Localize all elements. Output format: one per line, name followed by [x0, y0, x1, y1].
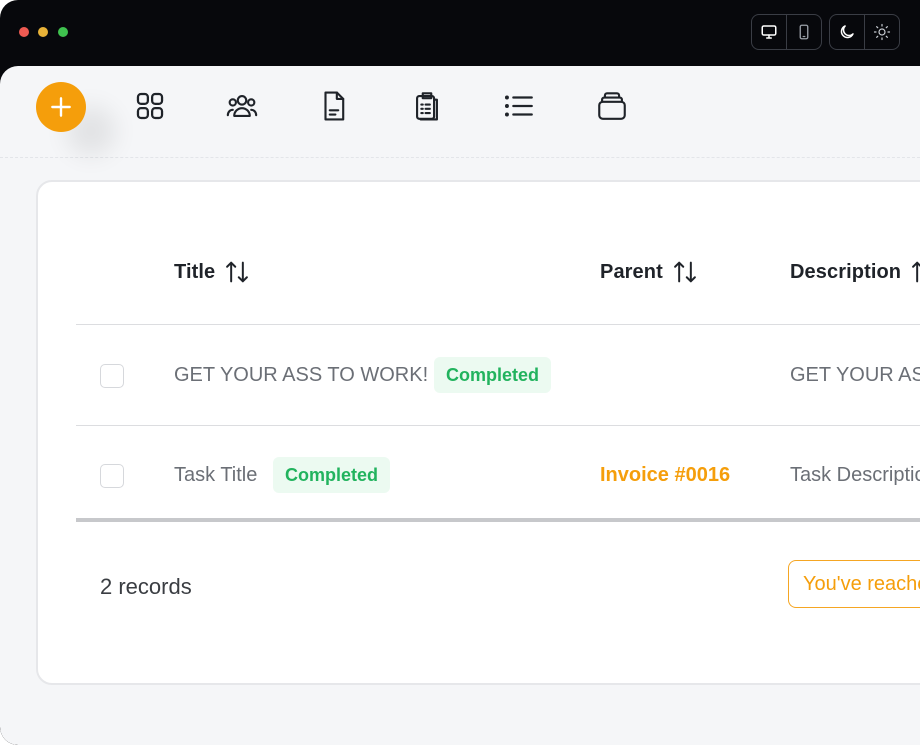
plus-icon: [51, 97, 71, 117]
dashboard-button[interactable]: [132, 86, 168, 126]
maximize-window-button[interactable]: [58, 27, 68, 37]
sort-icon[interactable]: [909, 258, 920, 286]
sort-icon[interactable]: [223, 258, 251, 286]
desktop-view-button[interactable]: [752, 15, 786, 49]
main-toolbar: [0, 66, 920, 158]
grid-icon: [136, 92, 164, 120]
theme-toggle: [829, 14, 900, 50]
header-divider: [76, 324, 920, 325]
row-checkbox[interactable]: [100, 364, 124, 388]
minimize-window-button[interactable]: [38, 27, 48, 37]
horizontal-scrollbar[interactable]: [76, 518, 920, 522]
column-header-label: Parent: [600, 260, 663, 283]
list-view-button[interactable]: [501, 86, 537, 126]
archive-button[interactable]: [594, 86, 630, 126]
documents-button[interactable]: [316, 86, 352, 126]
clipboard-icon: [416, 92, 438, 121]
app-content: Title Parent Description GET YOUR ASS TO…: [0, 66, 920, 745]
records-count: 2 records: [100, 574, 192, 599]
document-icon: [324, 91, 345, 121]
status-badge: Completed: [434, 357, 552, 393]
users-icon: [226, 95, 258, 117]
light-mode-button[interactable]: [864, 15, 899, 49]
parent-link[interactable]: Invoice #0016: [600, 464, 730, 487]
monitor-icon: [761, 25, 777, 39]
moon-icon: [840, 25, 854, 39]
users-button[interactable]: [224, 86, 260, 126]
end-of-list-notice: You've reached the end: [788, 560, 920, 608]
mobile-view-button[interactable]: [786, 15, 821, 49]
sort-icon[interactable]: [671, 258, 699, 286]
dark-mode-button[interactable]: [830, 15, 864, 49]
row-divider: [76, 425, 920, 426]
archive-icon: [598, 92, 626, 120]
view-toggle: [751, 14, 822, 50]
row-description: Task Description: [790, 464, 920, 486]
records-table-card: Title Parent Description GET YOUR ASS TO…: [36, 180, 920, 685]
close-window-button[interactable]: [19, 27, 29, 37]
row-description: GET YOUR ASS TO WORK!: [790, 364, 920, 386]
app-window: Title Parent Description GET YOUR ASS TO…: [0, 0, 920, 745]
add-button[interactable]: [36, 82, 86, 132]
column-header-label: Description: [790, 260, 902, 283]
column-header-description[interactable]: Description: [790, 258, 920, 286]
row-title: Task Title: [174, 464, 258, 486]
row-checkbox[interactable]: [100, 464, 124, 488]
title-bar: [0, 0, 920, 66]
column-header-parent[interactable]: Parent: [600, 258, 699, 286]
tasks-button[interactable]: [409, 86, 445, 126]
status-badge: Completed: [273, 457, 391, 493]
row-title: GET YOUR ASS TO WORK!: [174, 364, 429, 386]
sun-icon: [873, 23, 891, 41]
list-icon: [504, 95, 533, 117]
phone-icon: [799, 24, 809, 40]
column-header-label: Title: [174, 260, 216, 283]
column-header-title[interactable]: Title: [174, 258, 251, 286]
